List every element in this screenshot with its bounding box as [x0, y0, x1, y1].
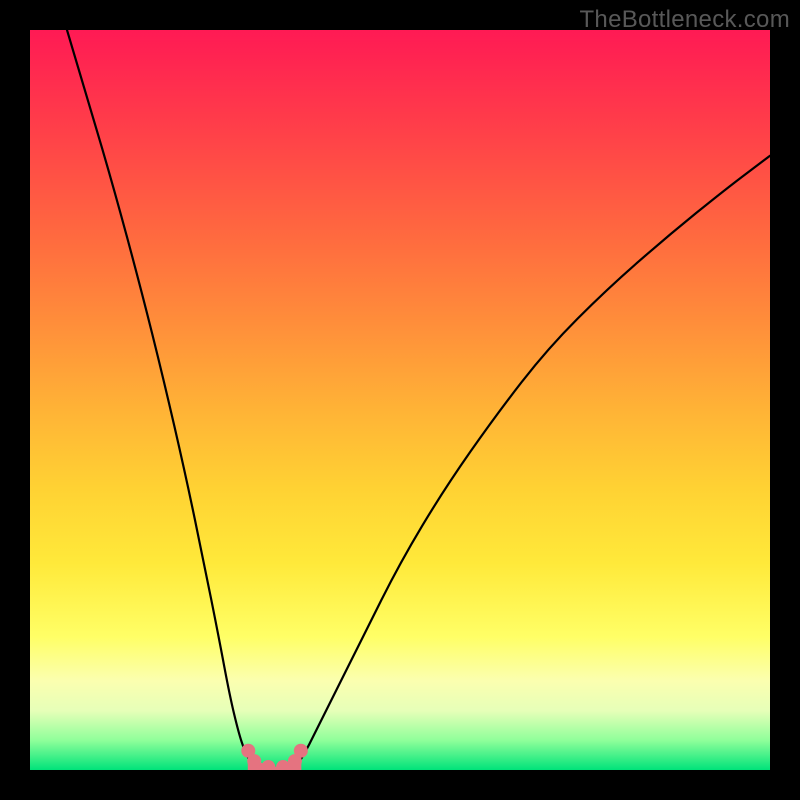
trough-dot — [261, 760, 275, 770]
watermark-text: TheBottleneck.com — [579, 6, 790, 34]
trough-dot — [294, 744, 308, 758]
trough-dots — [241, 744, 308, 770]
curve-left — [67, 30, 254, 766]
chart-svg — [30, 30, 770, 770]
trough-dot — [247, 754, 261, 768]
plot-area — [30, 30, 770, 770]
outer-frame: TheBottleneck.com — [0, 0, 800, 800]
curve-right — [296, 156, 770, 767]
